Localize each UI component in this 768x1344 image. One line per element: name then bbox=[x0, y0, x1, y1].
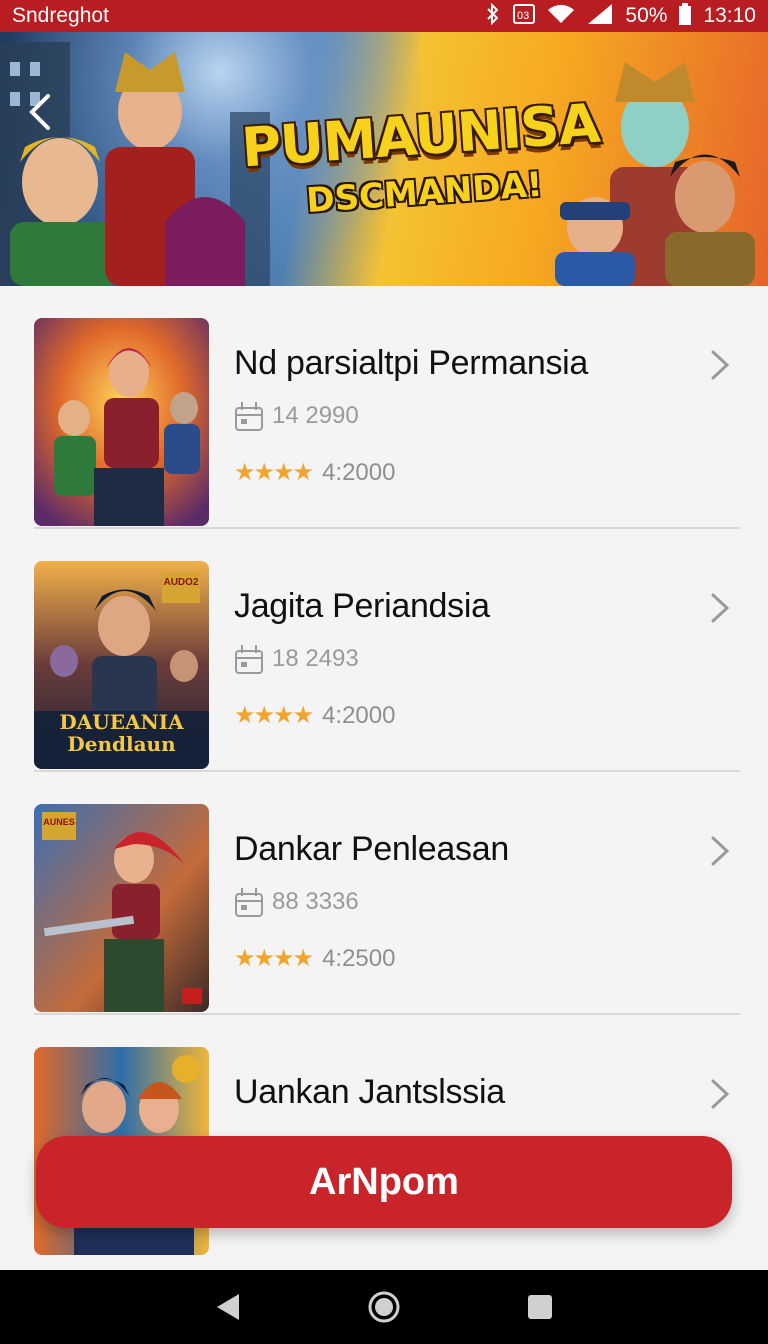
wifi-icon bbox=[547, 4, 575, 28]
status-app-name: Sndreghot bbox=[12, 4, 109, 27]
status-icons: 03 50% 13:10 bbox=[485, 2, 756, 29]
game-thumbnail bbox=[34, 318, 209, 526]
recents-square-icon bbox=[528, 1295, 552, 1319]
calendar-icon bbox=[235, 645, 263, 674]
game-title: Dankar Penleasan bbox=[234, 830, 509, 868]
game-badge: AUNES bbox=[43, 817, 75, 827]
hero-banner: PUMAUNISA DSCMANDA! bbox=[0, 32, 768, 286]
list-item[interactable]: AUNES Dankar Penleasan 88 3336 ★★★★ 4:25… bbox=[34, 772, 740, 1015]
game-meta: 18 2493 bbox=[234, 643, 359, 675]
primary-action-button[interactable]: ArNpom bbox=[36, 1136, 732, 1228]
game-rating: ★★★★ 4:2000 bbox=[234, 701, 395, 730]
battery-icon bbox=[679, 3, 692, 29]
game-meta: 88 3336 bbox=[234, 886, 359, 918]
game-thumbnail: AUNES bbox=[34, 804, 209, 1012]
primary-action-label: ArNpom bbox=[309, 1160, 459, 1203]
back-button[interactable] bbox=[20, 90, 64, 134]
nav-home-button[interactable] bbox=[364, 1287, 404, 1327]
game-count: 14 2990 bbox=[272, 402, 359, 429]
back-triangle-icon bbox=[217, 1294, 239, 1320]
game-thumbnail-caption: DAUEANIA Dendlaun bbox=[59, 710, 184, 756]
game-rating: ★★★★ 4:2500 bbox=[234, 944, 395, 973]
game-list: Nd parsialtpi Permansia 14 2990 ★★★★ 4:2… bbox=[0, 286, 768, 1270]
star-icon: ★★★★ bbox=[234, 459, 314, 486]
calendar-icon bbox=[235, 888, 263, 917]
nav-recents-button[interactable] bbox=[520, 1287, 560, 1327]
svg-text:03: 03 bbox=[517, 10, 529, 22]
game-score: 4:2000 bbox=[322, 458, 396, 486]
game-count: 88 3336 bbox=[272, 888, 359, 915]
back-arrow-icon bbox=[29, 94, 50, 130]
nav-back-button[interactable] bbox=[208, 1287, 248, 1327]
game-score: 4:2500 bbox=[322, 944, 396, 972]
list-item[interactable]: AUDO2 DAUEANIA Dendlaun Jagita Periandsi… bbox=[34, 529, 740, 772]
status-time: 13:10 bbox=[703, 4, 756, 27]
list-item[interactable]: Nd parsialtpi Permansia 14 2990 ★★★★ 4:2… bbox=[34, 286, 740, 529]
system-nav-bar bbox=[0, 1270, 768, 1344]
game-title: Nd parsialtpi Permansia bbox=[234, 344, 589, 382]
chevron-right-icon bbox=[711, 1079, 730, 1109]
game-title: Jagita Periandsia bbox=[234, 587, 490, 625]
game-score: 4:2000 bbox=[322, 701, 396, 729]
game-badge: AUDO2 bbox=[163, 577, 199, 588]
calendar-icon bbox=[235, 402, 263, 431]
game-rating: ★★★★ 4:2000 bbox=[234, 458, 395, 487]
home-circle-icon bbox=[368, 1291, 400, 1323]
chevron-right-icon bbox=[711, 593, 730, 623]
game-thumbnail: AUDO2 DAUEANIA Dendlaun bbox=[34, 561, 209, 769]
game-title: Uankan Jantslssia bbox=[234, 1073, 505, 1111]
chevron-right-icon bbox=[711, 836, 730, 866]
status-bar: Sndreghot 03 50% 13:10 bbox=[0, 0, 768, 32]
nfc-icon: 03 bbox=[513, 4, 536, 28]
star-icon: ★★★★ bbox=[234, 702, 314, 729]
game-meta: 14 2990 bbox=[234, 400, 359, 432]
chevron-right-icon bbox=[711, 350, 730, 380]
bluetooth-icon bbox=[485, 2, 501, 29]
signal-icon bbox=[587, 3, 613, 29]
game-count: 18 2493 bbox=[272, 645, 359, 672]
star-icon: ★★★★ bbox=[234, 945, 314, 972]
battery-percent: 50% bbox=[625, 4, 668, 27]
